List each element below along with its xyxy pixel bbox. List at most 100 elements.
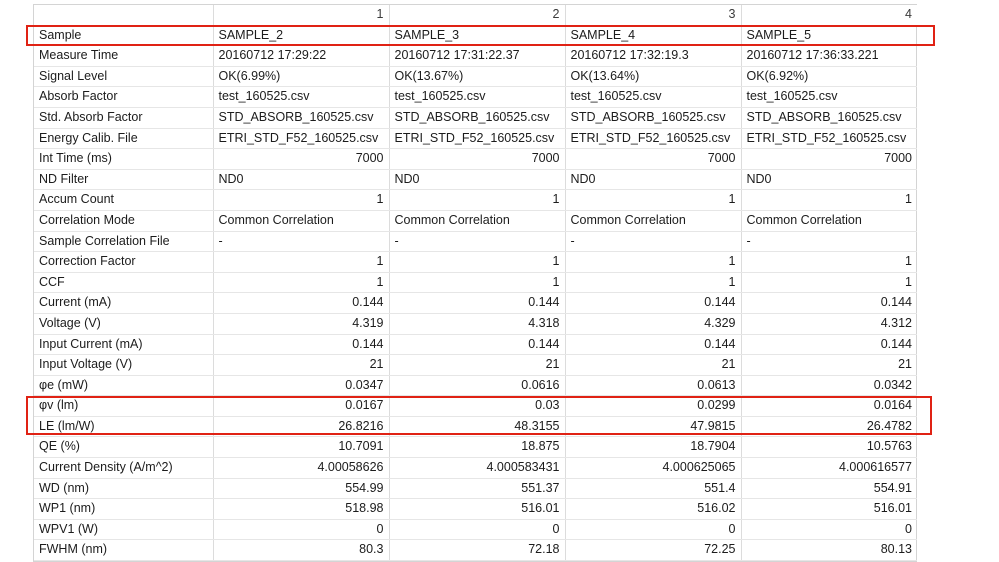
cell-value: 0.144 (389, 292, 566, 314)
cell-value: 21 (389, 354, 566, 376)
cell-value: 10.5763 (741, 436, 917, 459)
cell-value: 0.0167 (213, 395, 390, 417)
cell-value: 26.8216 (213, 416, 390, 438)
row-label: Current (mA) (34, 292, 214, 314)
table-row: LE (lm/W) 26.8216 48.3155 47.9815 26.4782 (34, 416, 917, 438)
cell-value: ETRI_STD_F52_160525.csv (389, 128, 566, 150)
cell-value: 551.4 (565, 478, 742, 500)
cell-value: STD_ABSORB_160525.csv (565, 107, 742, 129)
cell-value: 1 (741, 251, 917, 273)
cell-value: 18.875 (389, 436, 566, 459)
cell-value: test_160525.csv (741, 86, 917, 108)
table-row: QE (%) 10.7091 18.875 18.7904 10.5763 (34, 436, 917, 459)
table-row: WD (nm) 554.99 551.37 551.4 554.91 (34, 478, 917, 500)
cell-value: - (389, 231, 566, 253)
cell-value: 518.98 (213, 498, 390, 520)
row-label: Input Current (mA) (34, 334, 214, 356)
table-row: Int Time (ms) 7000 7000 7000 7000 (34, 148, 917, 170)
table-row: Std. Absorb Factor STD_ABSORB_160525.csv S… (34, 107, 917, 129)
cell-value: 80.13 (741, 539, 917, 562)
cell-value: 0.0164 (741, 395, 917, 417)
results-grid: 1 2 3 4 Sample SAMPLE_2 SAMPLE_3 SAMPLE_4 SA… (34, 5, 917, 562)
cell-value: 26.4782 (741, 416, 917, 438)
cell-value: 4.319 (213, 313, 390, 335)
cell-value: ETRI_STD_F52_160525.csv (565, 128, 742, 150)
cell-value: 4.000583431 (389, 457, 566, 479)
table-row: WPV1 (W) 0 0 0 0 (34, 519, 917, 541)
cell-value: ETRI_STD_F52_160525.csv (741, 128, 917, 150)
cell-value: 80.3 (213, 539, 390, 562)
cell-value: 72.18 (389, 539, 566, 562)
row-label: Voltage (V) (34, 313, 214, 335)
column-header-row: 1 2 3 4 (34, 5, 917, 26)
cell-value: 0.03 (389, 395, 566, 417)
table-row: Sample SAMPLE_2 SAMPLE_3 SAMPLE_4 SAMPLE_5 (34, 25, 917, 47)
cell-value: STD_ABSORB_160525.csv (741, 107, 917, 129)
row-label: Energy Calib. File (34, 128, 214, 150)
cell-value: 4.000616577 (741, 457, 917, 479)
table-row: Absorb Factor test_160525.csv test_160525.… (34, 86, 917, 108)
row-label: Measure Time (34, 45, 214, 67)
cell-value: 516.01 (389, 498, 566, 520)
table-row: φe (mW) 0.0347 0.0616 0.0613 0.0342 (34, 375, 917, 397)
column-header-3: 3 (565, 5, 742, 26)
row-label: Signal Level (34, 66, 214, 88)
cell-value: ND0 (565, 169, 742, 191)
row-label: QE (%) (34, 436, 214, 459)
cell-value: 7000 (389, 148, 566, 170)
cell-value: 0.0616 (389, 375, 566, 397)
cell-value: 4.00058626 (213, 457, 390, 479)
cell-value: Common Correlation (741, 210, 917, 232)
cell-value: 1 (389, 251, 566, 273)
cell-value: 554.91 (741, 478, 917, 500)
table-row: Accum Count 1 1 1 1 (34, 189, 917, 211)
row-label: FWHM (nm) (34, 539, 214, 562)
cell-value: 20160712 17:29:22 (213, 45, 390, 67)
table-row: FWHM (nm) 80.3 72.18 72.25 80.13 (34, 539, 917, 562)
table-row: Current (mA) 0.144 0.144 0.144 0.144 (34, 292, 917, 314)
table-row: WP1 (nm) 518.98 516.01 516.02 516.01 (34, 498, 917, 520)
column-header-4: 4 (741, 5, 917, 26)
cell-value: 0.144 (389, 334, 566, 356)
cell-value: 48.3155 (389, 416, 566, 438)
cell-value: test_160525.csv (389, 86, 566, 108)
cell-value: 0.144 (213, 334, 390, 356)
row-label: Absorb Factor (34, 86, 214, 108)
cell-value: 7000 (213, 148, 390, 170)
table-row: Correction Factor 1 1 1 1 (34, 251, 917, 273)
cell-value: OK(13.67%) (389, 66, 566, 88)
row-label: Sample (34, 25, 214, 47)
table-row: Measure Time 20160712 17:29:22 20160712 17… (34, 45, 917, 67)
column-header-2: 2 (389, 5, 566, 26)
row-label: Input Voltage (V) (34, 354, 214, 376)
table-body: Sample SAMPLE_2 SAMPLE_3 SAMPLE_4 SAMPLE_5 Me… (34, 25, 917, 562)
cell-value: 47.9815 (565, 416, 742, 438)
measurement-results-table: 1 2 3 4 Sample SAMPLE_2 SAMPLE_3 SAMPLE_4 SA… (33, 4, 917, 562)
cell-value: 0.0299 (565, 395, 742, 417)
cell-value: 0.144 (741, 334, 917, 356)
cell-value: 1 (389, 189, 566, 211)
table-row: Input Current (mA) 0.144 0.144 0.144 0.144 (34, 334, 917, 356)
row-label: φe (mW) (34, 375, 214, 397)
cell-value: 21 (741, 354, 917, 376)
cell-value: 0.144 (213, 292, 390, 314)
cell-value: OK(6.92%) (741, 66, 917, 88)
cell-value: 0 (741, 519, 917, 541)
cell-value: 1 (741, 272, 917, 294)
cell-value: - (565, 231, 742, 253)
cell-value: 1 (565, 272, 742, 294)
cell-value: 0.144 (565, 334, 742, 356)
cell-value: 18.7904 (565, 436, 742, 459)
cell-value: 0 (565, 519, 742, 541)
column-header-corner (34, 5, 214, 26)
cell-value: 516.01 (741, 498, 917, 520)
cell-value: ETRI_STD_F52_160525.csv (213, 128, 390, 150)
row-label: WPV1 (W) (34, 519, 214, 541)
cell-value: - (741, 231, 917, 253)
cell-value: Common Correlation (389, 210, 566, 232)
cell-value: 0.0347 (213, 375, 390, 397)
cell-value: test_160525.csv (565, 86, 742, 108)
cell-value: 0 (213, 519, 390, 541)
table-row: ND Filter ND0 ND0 ND0 ND0 (34, 169, 917, 191)
row-label: WP1 (nm) (34, 498, 214, 520)
